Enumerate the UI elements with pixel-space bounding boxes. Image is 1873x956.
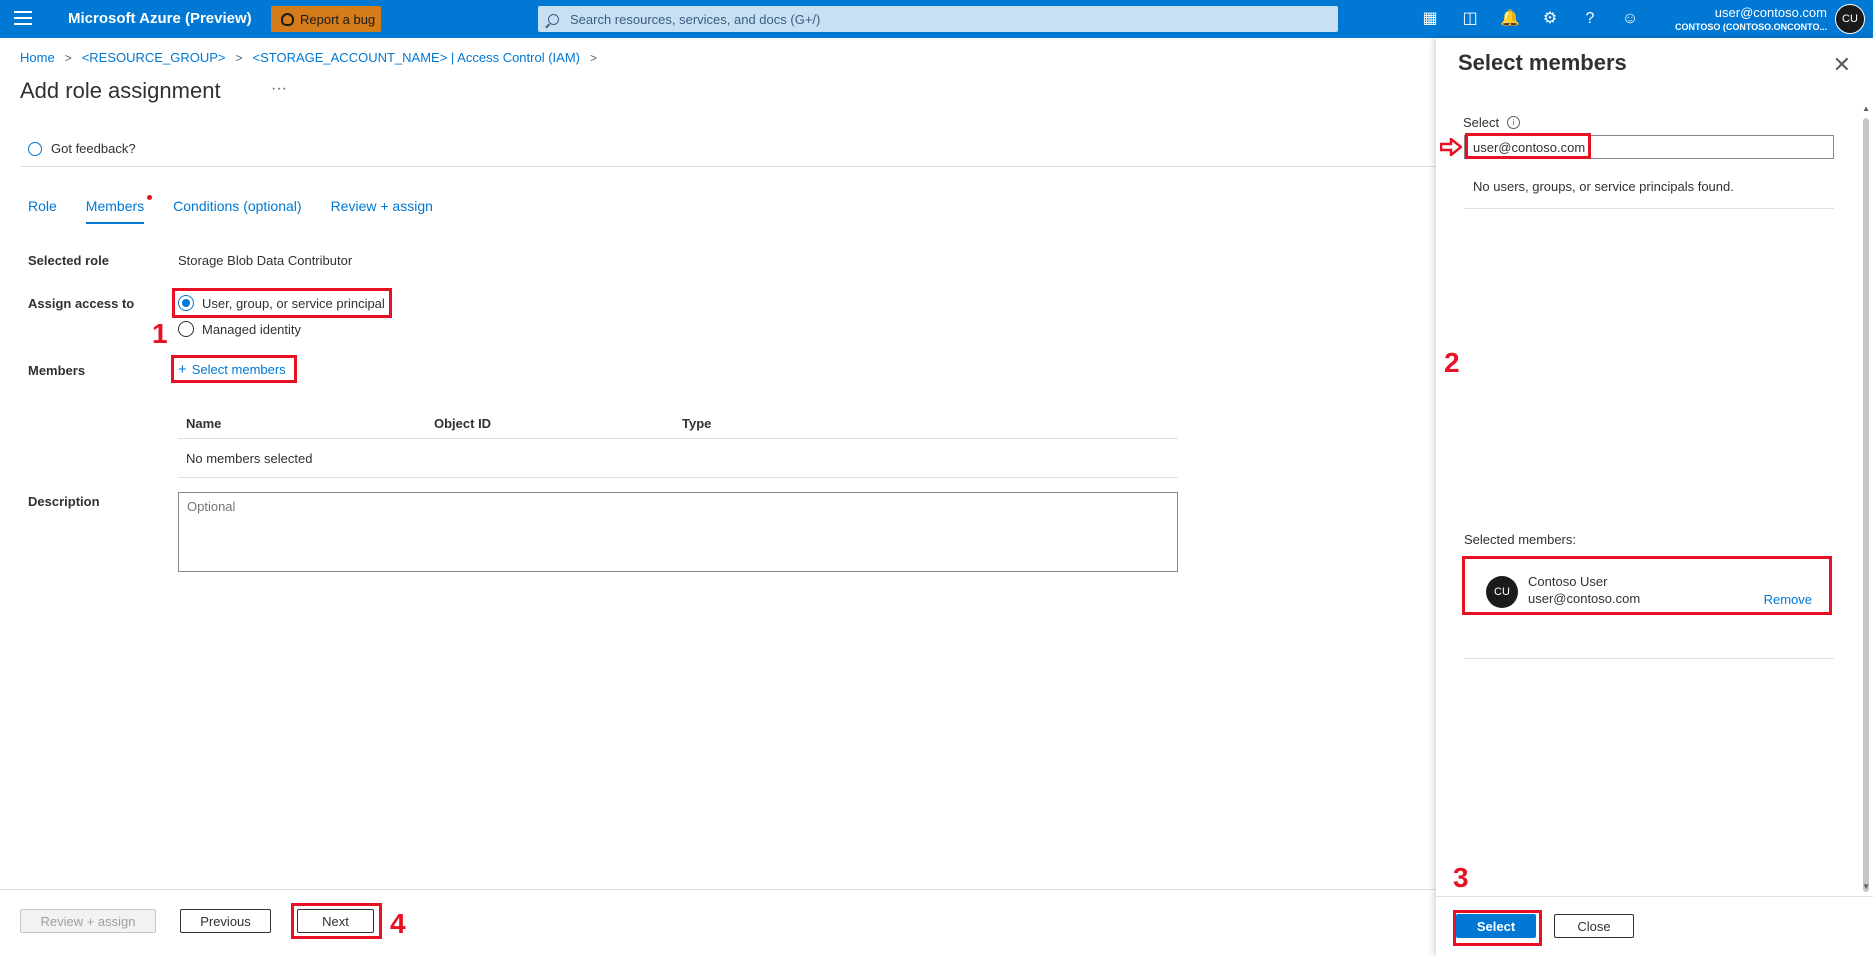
radio-unchecked-icon bbox=[178, 321, 194, 337]
scroll-up-icon[interactable]: ▲ bbox=[1862, 104, 1870, 113]
description-label: Description bbox=[28, 494, 100, 509]
chevron-right-icon: > bbox=[64, 50, 72, 65]
table-empty-row: No members selected bbox=[178, 439, 1178, 478]
no-results-message: No users, groups, or service principals … bbox=[1464, 179, 1834, 209]
tab-review-assign[interactable]: Review + assign bbox=[331, 198, 433, 224]
next-button[interactable]: Next bbox=[297, 909, 374, 933]
tab-members[interactable]: Members bbox=[85, 195, 153, 224]
report-bug-button[interactable]: Report a bug bbox=[271, 6, 381, 32]
annotation-step-4: 4 bbox=[390, 908, 406, 939]
close-icon[interactable]: ✕ bbox=[1833, 52, 1851, 78]
select-members-label: Select members bbox=[191, 362, 286, 377]
selected-members-label: Selected members: bbox=[1464, 532, 1576, 547]
divider bbox=[20, 166, 1436, 167]
member-avatar: CU bbox=[1486, 576, 1518, 608]
radio-user-label: User, group, or service principal bbox=[202, 295, 385, 311]
tab-role[interactable]: Role bbox=[28, 198, 57, 224]
notifications-bell-icon[interactable]: 🔔 bbox=[1500, 9, 1520, 29]
members-label: Members bbox=[28, 363, 86, 378]
annotation-step-2: 2 bbox=[1444, 347, 1460, 378]
wizard-tabs: Role Members Conditions (optional) Revie… bbox=[28, 195, 462, 224]
panel-scrollbar[interactable] bbox=[1863, 118, 1869, 892]
menu-icon[interactable] bbox=[14, 11, 32, 27]
annotation-step-1: 1 bbox=[152, 318, 168, 349]
selected-role-label: Selected role bbox=[28, 253, 109, 268]
page-title: Add role assignment bbox=[20, 78, 221, 103]
search-icon bbox=[548, 13, 559, 25]
cloud-shell-icon[interactable]: ▦ bbox=[1420, 9, 1440, 29]
account-info[interactable]: user@contoso.com CONTOSO (CONTOSO.ONCONT… bbox=[1675, 5, 1827, 32]
close-button[interactable]: Close bbox=[1554, 914, 1634, 938]
account-tenant: CONTOSO (CONTOSO.ONCONTO... bbox=[1674, 22, 1827, 32]
more-options-icon[interactable]: ··· bbox=[271, 80, 287, 98]
previous-button[interactable]: Previous bbox=[180, 909, 271, 933]
arrow-right-icon bbox=[1440, 138, 1462, 156]
radio-checked-icon bbox=[178, 295, 194, 311]
feedback-person-icon bbox=[28, 141, 42, 156]
table-header: Name Object ID Type bbox=[178, 408, 1178, 439]
scroll-down-icon[interactable]: ▼ bbox=[1862, 882, 1870, 891]
feedback-icon[interactable]: ☺ bbox=[1620, 9, 1640, 29]
tab-conditions[interactable]: Conditions (optional) bbox=[173, 198, 301, 224]
panel-title: Select members bbox=[1458, 50, 1627, 75]
annotation-step-3: 3 bbox=[1453, 862, 1469, 893]
select-members-link[interactable]: + Select members bbox=[178, 362, 286, 377]
selected-member-card: CU Contoso User user@contoso.com Remove bbox=[1464, 558, 1834, 650]
member-search-input[interactable] bbox=[1464, 135, 1834, 159]
settings-gear-icon[interactable]: ⚙ bbox=[1540, 9, 1560, 29]
breadcrumb: Home > <RESOURCE_GROUP> > <STORAGE_ACCOU… bbox=[20, 50, 597, 65]
avatar[interactable]: CU bbox=[1835, 4, 1865, 34]
search-placeholder: Search resources, services, and docs (G+… bbox=[570, 11, 821, 27]
description-input[interactable] bbox=[178, 492, 1178, 572]
review-assign-button[interactable]: Review + assign bbox=[20, 909, 156, 933]
breadcrumb-storage-account[interactable]: <STORAGE_ACCOUNT_NAME> | Access Control … bbox=[252, 50, 580, 65]
directory-filter-icon[interactable]: ◫ bbox=[1460, 9, 1480, 29]
bug-icon bbox=[281, 12, 294, 26]
radio-managed-label: Managed identity bbox=[202, 321, 302, 337]
top-bar: Microsoft Azure (Preview) Report a bug S… bbox=[0, 0, 1873, 38]
member-divider bbox=[1464, 658, 1834, 659]
column-name: Name bbox=[186, 415, 222, 431]
footer-divider bbox=[0, 889, 1436, 890]
select-field-label: Select i bbox=[1463, 115, 1521, 130]
column-type: Type bbox=[682, 415, 712, 431]
report-bug-label: Report a bug bbox=[300, 11, 376, 27]
radio-user-group-principal[interactable]: User, group, or service principal bbox=[178, 295, 385, 311]
info-icon[interactable]: i bbox=[1507, 116, 1521, 129]
members-table: Name Object ID Type No members selected bbox=[178, 408, 1178, 478]
plus-icon: + bbox=[178, 361, 187, 378]
remove-member-link[interactable]: Remove bbox=[1764, 592, 1812, 607]
account-email: user@contoso.com bbox=[1714, 5, 1827, 20]
selected-role-value: Storage Blob Data Contributor bbox=[178, 253, 353, 268]
global-search-input[interactable]: Search resources, services, and docs (G+… bbox=[538, 6, 1338, 32]
help-icon[interactable]: ? bbox=[1580, 9, 1600, 29]
breadcrumb-resource-group[interactable]: <RESOURCE_GROUP> bbox=[82, 50, 226, 65]
panel-footer-divider bbox=[1436, 896, 1873, 897]
got-feedback-label: Got feedback? bbox=[51, 141, 136, 156]
member-name: Contoso User bbox=[1528, 574, 1608, 589]
required-dot-icon bbox=[147, 195, 153, 200]
chevron-right-icon: > bbox=[235, 50, 243, 65]
column-object-id: Object ID bbox=[434, 415, 492, 431]
select-members-panel: Select members ✕ Select i No users, grou… bbox=[1436, 38, 1873, 956]
member-email: user@contoso.com bbox=[1528, 591, 1641, 606]
select-button[interactable]: Select bbox=[1456, 914, 1536, 938]
top-icon-group: ▦ ◫ 🔔 ⚙ ? ☺ bbox=[1420, 9, 1640, 29]
got-feedback-link[interactable]: Got feedback? bbox=[28, 141, 136, 156]
radio-managed-identity[interactable]: Managed identity bbox=[178, 321, 301, 337]
tab-members-label: Members bbox=[85, 198, 145, 214]
breadcrumb-home[interactable]: Home bbox=[20, 50, 55, 65]
portal-brand[interactable]: Microsoft Azure (Preview) bbox=[68, 10, 252, 27]
select-label-text: Select bbox=[1463, 115, 1500, 130]
assign-access-label: Assign access to bbox=[28, 296, 135, 311]
chevron-right-icon: > bbox=[589, 50, 597, 65]
